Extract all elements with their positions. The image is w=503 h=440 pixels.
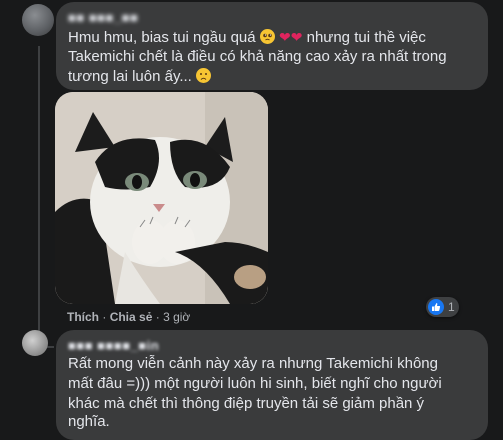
comment-text-line: mất đâu =))) một người luôn hi sinh, biế…	[68, 375, 442, 392]
worried-face-icon	[196, 68, 212, 83]
share-link[interactable]: Chia sẻ	[110, 310, 153, 324]
comment-text-line: nghĩa.	[68, 413, 110, 430]
separator: ·	[102, 310, 107, 324]
comment-text-line: Takemichi chết là điều có khả năng cao x…	[68, 48, 447, 65]
pleading-face-icon	[259, 29, 275, 44]
comment-author[interactable]: ■■■ ■■■■_■in	[68, 338, 159, 353]
comment-text-line: nhưng tui thề việc	[306, 29, 426, 46]
avatar[interactable]	[22, 330, 48, 356]
timestamp[interactable]: 3 giờ	[163, 310, 190, 324]
cat-image	[55, 92, 268, 304]
comment-text-line-3: tương lai luôn ấy...	[68, 67, 488, 87]
reaction-badge[interactable]: 1	[426, 297, 459, 317]
like-link[interactable]: Thích	[67, 310, 99, 324]
comment-text-line: tương lai luôn ấy...	[68, 68, 192, 85]
comment-text-line: Rất mong viễn cảnh này xảy ra nhưng Take…	[68, 355, 438, 372]
comment-text-line: Hmu hmu, bias tui ngầu quá	[68, 29, 256, 46]
red-heart-icon: ❤	[290, 29, 303, 45]
thread-line	[38, 46, 40, 336]
comment-text: Hmu hmu, bias tui ngầu quá ❤❤ nhưng tui …	[68, 27, 488, 48]
comment-author[interactable]: ■■ ■■■_■■	[68, 10, 138, 25]
comment-text-line: khác mà chết thì thông điệp truyền tải s…	[68, 395, 425, 412]
reaction-count: 1	[448, 300, 455, 314]
comment-image[interactable]	[55, 92, 268, 304]
red-heart-icon: ❤	[278, 29, 291, 45]
comment-actions: Thích · Chia sẻ · 3 giờ	[67, 310, 190, 324]
like-icon	[428, 299, 444, 315]
avatar[interactable]	[22, 4, 54, 36]
separator: ·	[155, 310, 160, 324]
